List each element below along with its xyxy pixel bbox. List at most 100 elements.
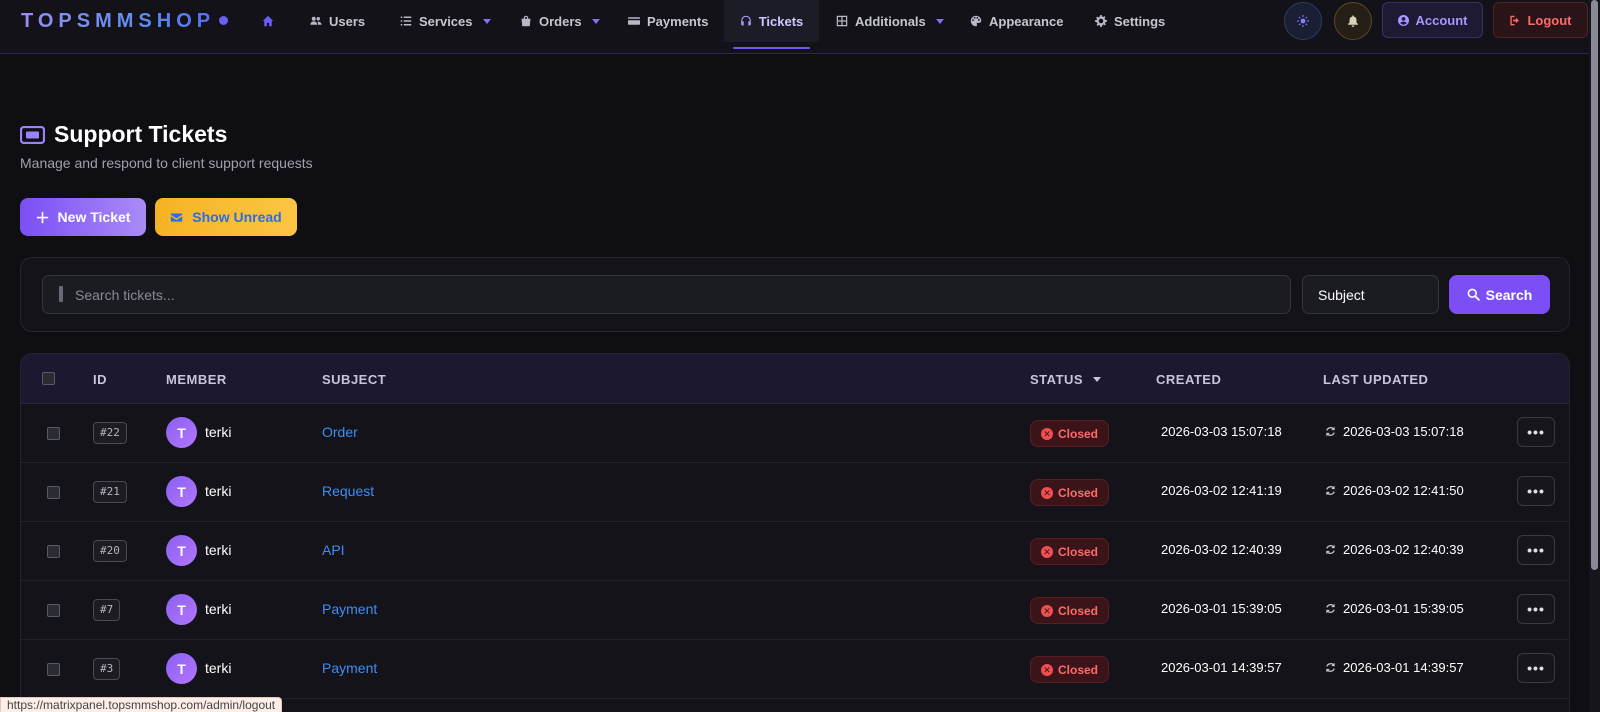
row-checkbox[interactable]: [47, 486, 60, 499]
status-label: Closed: [1057, 662, 1098, 677]
column-header-member[interactable]: MEMBER: [166, 372, 227, 387]
nav-services-label: Services: [419, 13, 473, 29]
nav-payments[interactable]: Payments: [628, 0, 708, 42]
envelope-icon: [171, 212, 183, 222]
subject-link[interactable]: Payment: [322, 601, 377, 617]
column-header-id[interactable]: ID: [93, 372, 107, 387]
column-header-last-updated[interactable]: LAST UPDATED: [1323, 372, 1428, 387]
row-checkbox[interactable]: [47, 427, 60, 440]
search-button[interactable]: Search: [1449, 275, 1550, 314]
table-row[interactable]: #7 T terki Payment ✕ Closed 2026-03-01 1…: [21, 581, 1569, 640]
updated-date: 2026-03-01 14:39:57: [1325, 660, 1464, 675]
sun-icon: [1297, 15, 1309, 27]
table-row[interactable]: #21 T terki Request ✕ Closed 2026-03-02 …: [21, 463, 1569, 522]
created-date: 2026-03-02 12:40:39: [1161, 542, 1282, 557]
subject-link[interactable]: Order: [322, 424, 358, 440]
updated-date: 2026-03-03 15:07:18: [1325, 424, 1464, 439]
page-title: Support Tickets: [54, 121, 228, 147]
status-label: Closed: [1057, 426, 1098, 441]
table-header: ID MEMBER SUBJECT STATUS CREATED LAST UP…: [21, 354, 1569, 404]
row-actions-button[interactable]: •••: [1517, 653, 1555, 683]
row-actions-button[interactable]: •••: [1517, 535, 1555, 565]
status-badge: ✕ Closed: [1030, 538, 1109, 565]
row-actions-button[interactable]: •••: [1517, 476, 1555, 506]
row-actions-button[interactable]: •••: [1517, 594, 1555, 624]
brand-logo[interactable]: TOPSMMSHOP: [21, 10, 215, 33]
created-date: 2026-03-02 12:41:19: [1161, 483, 1282, 498]
nav-tickets-label: Tickets: [758, 13, 804, 29]
scrollbar-thumb[interactable]: [1591, 0, 1598, 570]
nav-tickets[interactable]: Tickets: [724, 0, 819, 42]
status-label: Closed: [1057, 544, 1098, 559]
avatar: T: [166, 594, 197, 625]
member-name[interactable]: terki: [205, 660, 231, 676]
account-label: Account: [1415, 12, 1468, 28]
logout-label: Logout: [1527, 12, 1572, 28]
users-icon: [310, 16, 322, 25]
nav-users[interactable]: Users: [310, 0, 365, 42]
bell-icon: [1348, 15, 1358, 27]
avatar: T: [166, 535, 197, 566]
page-subtitle: Manage and respond to client support req…: [20, 155, 313, 171]
active-tab-indicator: [733, 47, 810, 49]
column-header-created[interactable]: CREATED: [1156, 372, 1221, 387]
gear-icon: [1095, 15, 1107, 27]
x-circle-icon: ✕: [1040, 604, 1053, 617]
new-ticket-label: New Ticket: [57, 209, 131, 225]
grid-icon: [836, 15, 848, 27]
plus-icon: [36, 211, 48, 223]
show-unread-button[interactable]: Show Unread: [155, 198, 297, 236]
palette-icon: [970, 15, 982, 27]
nav-appearance[interactable]: Appearance: [970, 0, 1063, 42]
column-header-status[interactable]: STATUS: [1030, 372, 1102, 387]
created-date: 2026-03-01 15:39:05: [1161, 601, 1282, 616]
member-name[interactable]: terki: [205, 542, 231, 558]
ticket-id-badge: #21: [93, 481, 127, 503]
refresh-icon: [1326, 485, 1335, 496]
notifications-button[interactable]: [1334, 2, 1372, 40]
x-circle-icon: ✕: [1040, 486, 1053, 499]
nav-services[interactable]: Services: [400, 0, 491, 42]
nav-additionals[interactable]: Additionals: [836, 0, 944, 42]
table-row[interactable]: #22 T terki Order ✕ Closed 2026-03-03 15…: [21, 404, 1569, 463]
column-header-subject[interactable]: SUBJECT: [322, 372, 386, 387]
logout-icon: [1510, 15, 1520, 25]
updated-date: 2026-03-01 15:39:05: [1325, 601, 1464, 616]
status-badge: ✕ Closed: [1030, 656, 1109, 683]
member-name[interactable]: terki: [205, 483, 231, 499]
caret-down-icon: [1093, 377, 1102, 382]
row-actions-button[interactable]: •••: [1517, 417, 1555, 447]
account-button[interactable]: Account: [1382, 2, 1483, 38]
list-icon: [400, 16, 412, 26]
search-field-select[interactable]: Subject: [1302, 275, 1439, 314]
table-row[interactable]: #20 T terki API ✕ Closed 2026-03-02 12:4…: [21, 522, 1569, 581]
nav-settings[interactable]: Settings: [1095, 0, 1165, 42]
new-ticket-button[interactable]: New Ticket: [20, 198, 146, 236]
row-checkbox[interactable]: [47, 604, 60, 617]
logout-button[interactable]: Logout: [1493, 2, 1588, 38]
chevron-down-icon: [591, 18, 600, 24]
row-checkbox[interactable]: [47, 663, 60, 676]
search-input[interactable]: [42, 275, 1291, 314]
refresh-icon: [1326, 544, 1335, 555]
subject-link[interactable]: Payment: [322, 660, 377, 676]
member-name[interactable]: terki: [205, 424, 231, 440]
row-checkbox[interactable]: [47, 545, 60, 558]
user-circle-icon: [1397, 14, 1409, 26]
nav-home[interactable]: [262, 0, 274, 42]
member-name[interactable]: terki: [205, 601, 231, 617]
table-row[interactable]: #3 T terki Payment ✕ Closed 2026-03-01 1…: [21, 640, 1569, 699]
nav-payments-label: Payments: [647, 13, 709, 29]
refresh-icon: [1326, 603, 1335, 614]
status-label: Closed: [1057, 603, 1098, 618]
subject-link[interactable]: API: [322, 542, 345, 558]
nav-orders[interactable]: Orders: [520, 0, 600, 42]
theme-toggle-button[interactable]: [1284, 2, 1322, 40]
select-all-checkbox[interactable]: [42, 372, 55, 385]
card-icon: [628, 17, 640, 25]
subject-link[interactable]: Request: [322, 483, 374, 499]
chevron-down-icon: [935, 18, 944, 24]
page-scrollbar[interactable]: [1589, 0, 1600, 712]
ticket-id-badge: #20: [93, 540, 127, 562]
updated-date-value: 2026-03-01 15:39:05: [1343, 601, 1464, 616]
